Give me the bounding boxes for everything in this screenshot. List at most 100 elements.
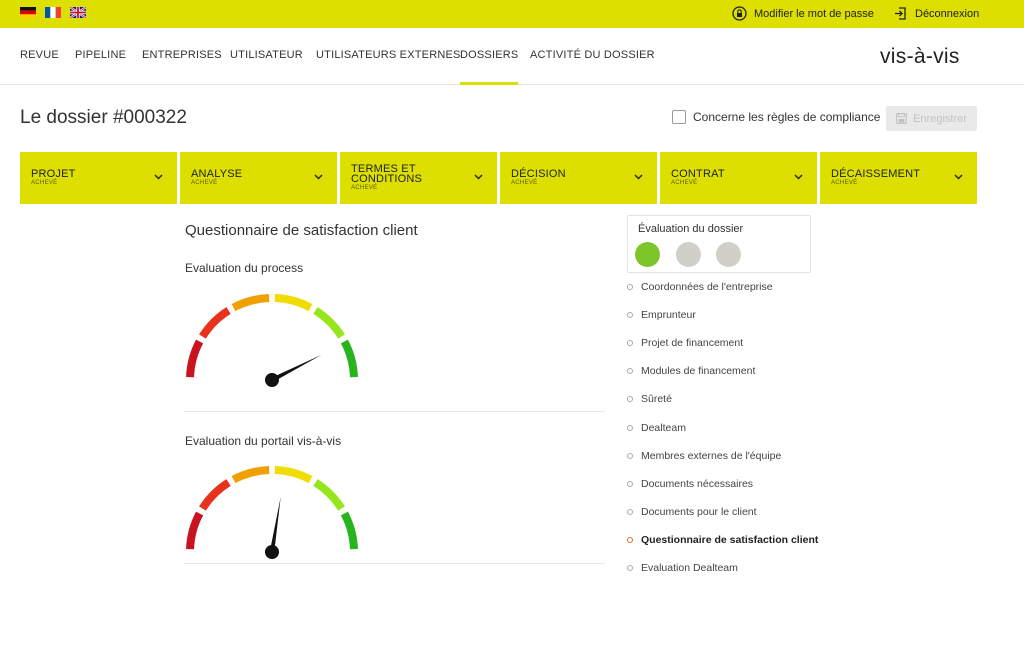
sidebar-item-label: Emprunteur <box>641 309 696 321</box>
sidebar-item[interactable]: Documents pour le client <box>627 506 757 518</box>
nav-item-pipeline[interactable]: PIPELINE <box>75 49 126 61</box>
step-status: ACHEVÉ <box>671 180 698 186</box>
save-label: Enregistrer <box>913 112 967 125</box>
sidebar-item[interactable]: Documents nécessaires <box>627 478 753 490</box>
step-analyse[interactable]: ANALYSE ACHEVÉ <box>180 152 337 204</box>
evaluation-dot-1[interactable] <box>635 242 660 267</box>
gauge-segment <box>199 307 231 339</box>
sidebar-item[interactable]: Questionnaire de satisfaction client <box>627 534 818 546</box>
logout-icon <box>895 7 906 20</box>
main-navigation: REVUE PIPELINE ENTREPRISES UTILISATEUR U… <box>0 28 1024 85</box>
step-title: ANALYSE <box>191 168 243 180</box>
logout-link[interactable]: Déconnexion <box>893 6 979 21</box>
step-decision[interactable]: DÉCISION ACHEVÉ <box>500 152 657 204</box>
sidebar-item[interactable]: Dealteam <box>627 422 686 434</box>
bullet-icon <box>627 425 633 431</box>
gauge-segment <box>313 307 345 339</box>
separator <box>184 563 605 564</box>
gauge-hub <box>265 373 279 387</box>
nav-item-activite-du-dossier[interactable]: ACTIVITÉ DU DOSSIER <box>530 49 655 61</box>
compliance-label: Concerne les règles de compliance <box>693 110 881 124</box>
step-status: ACHEVÉ <box>511 180 538 186</box>
chevron-down-icon <box>794 174 803 180</box>
gauge-segment <box>313 479 345 511</box>
sidebar-item-label: Documents nécessaires <box>641 478 754 490</box>
nav-item-entreprises[interactable]: ENTREPRISES <box>142 49 222 61</box>
step-title: PROJET <box>31 168 76 180</box>
german-flag-icon[interactable] <box>20 7 36 18</box>
sidebar-item[interactable]: Modules de financement <box>627 365 755 377</box>
save-button[interactable]: Enregistrer <box>886 106 977 131</box>
sidebar-item[interactable]: Emprunteur <box>627 309 696 321</box>
sidebar-item[interactable]: Sûreté <box>627 393 672 405</box>
change-password-link[interactable]: Modifier le mot de passe <box>732 6 874 21</box>
gauge-segment <box>340 511 358 550</box>
gauge-needle <box>269 496 281 553</box>
sidebar-item-label: Questionnaire de satisfaction client <box>641 534 819 546</box>
sidebar-item-label: Evaluation Dealteam <box>641 562 738 574</box>
gauge-segment <box>231 466 270 484</box>
portal-gauge[interactable] <box>180 462 370 567</box>
bullet-icon <box>627 396 633 402</box>
step-status: ACHEVÉ <box>351 185 378 191</box>
gauge-segment <box>340 339 358 378</box>
sidebar-item[interactable]: Evaluation Dealteam <box>627 562 738 574</box>
sidebar-item[interactable]: Coordonnées de l'entreprise <box>627 281 773 293</box>
uk-flag-icon[interactable] <box>70 7 86 18</box>
evaluation-card: Évaluation du dossier <box>627 215 811 273</box>
evaluation-dot-3[interactable] <box>716 242 741 267</box>
sidebar-item[interactable]: Membres externes de l'équipe <box>627 450 781 462</box>
gauge-label-portal: Evaluation du portail vis-à-vis <box>185 434 342 448</box>
step-title: CONTRAT <box>671 168 725 180</box>
gauge-segment <box>274 466 313 484</box>
bullet-icon <box>627 284 633 290</box>
bullet-icon <box>627 509 633 515</box>
chevron-down-icon <box>634 174 643 180</box>
sidebar-item-label: Modules de financement <box>641 365 756 377</box>
sidebar-item-label: Documents pour le client <box>641 506 757 518</box>
sidebar-item-label: Membres externes de l'équipe <box>641 450 782 462</box>
step-title: DÉCISION <box>511 168 566 180</box>
evaluation-dot-2[interactable] <box>676 242 701 267</box>
save-icon <box>896 113 908 124</box>
chevron-down-icon <box>154 174 163 180</box>
nav-item-utilisateurs-externes[interactable]: UTILISATEURS EXTERNES <box>316 49 461 61</box>
logout-label: Déconnexion <box>915 7 980 20</box>
nav-item-utilisateur[interactable]: UTILISATEUR <box>230 49 303 61</box>
sidebar-item-label: Dealteam <box>641 422 686 434</box>
gauge-segment <box>274 294 313 312</box>
change-password-label: Modifier le mot de passe <box>754 7 874 20</box>
step-status: ACHEVÉ <box>31 180 58 186</box>
bullet-icon <box>627 453 633 459</box>
bullet-icon <box>627 368 633 374</box>
lock-icon <box>732 6 747 21</box>
step-status: ACHEVÉ <box>191 180 218 186</box>
step-termes-et-conditions[interactable]: TERMES ET CONDITIONS ACHEVÉ <box>340 152 497 204</box>
french-flag-icon[interactable] <box>45 7 61 18</box>
sidebar-item-label: Projet de financement <box>641 337 744 349</box>
questionnaire-title: Questionnaire de satisfaction client <box>185 222 418 239</box>
gauge-hub <box>265 545 279 559</box>
step-status: ACHEVÉ <box>831 180 858 186</box>
compliance-checkbox[interactable] <box>672 110 686 124</box>
chevron-down-icon <box>314 174 323 180</box>
bullet-icon <box>627 565 633 571</box>
gauge-segment <box>186 339 204 378</box>
gauge-segment <box>186 511 204 550</box>
step-projet[interactable]: PROJET ACHEVÉ <box>20 152 177 204</box>
vis-a-vis-logo[interactable]: vis-à-vis <box>880 45 960 69</box>
gauge-segment <box>199 479 231 511</box>
compliance-checkbox-row[interactable]: Concerne les règles de compliance <box>672 110 880 124</box>
step-decaissement[interactable]: DÉCAISSEMENT ACHEVÉ <box>820 152 977 204</box>
process-gauge[interactable] <box>180 290 370 395</box>
gauge-segment <box>231 294 270 312</box>
chevron-down-icon <box>954 174 963 180</box>
sidebar-item[interactable]: Projet de financement <box>627 337 743 349</box>
nav-item-dossiers[interactable]: DOSSIERS <box>460 49 519 85</box>
chevron-down-icon <box>474 174 483 180</box>
sidebar-item-label: Coordonnées de l'entreprise <box>641 281 773 293</box>
bullet-icon <box>627 312 633 318</box>
step-contrat[interactable]: CONTRAT ACHEVÉ <box>660 152 817 204</box>
nav-item-revue[interactable]: REVUE <box>20 49 59 61</box>
gauge-label-process: Evaluation du process <box>185 261 304 275</box>
